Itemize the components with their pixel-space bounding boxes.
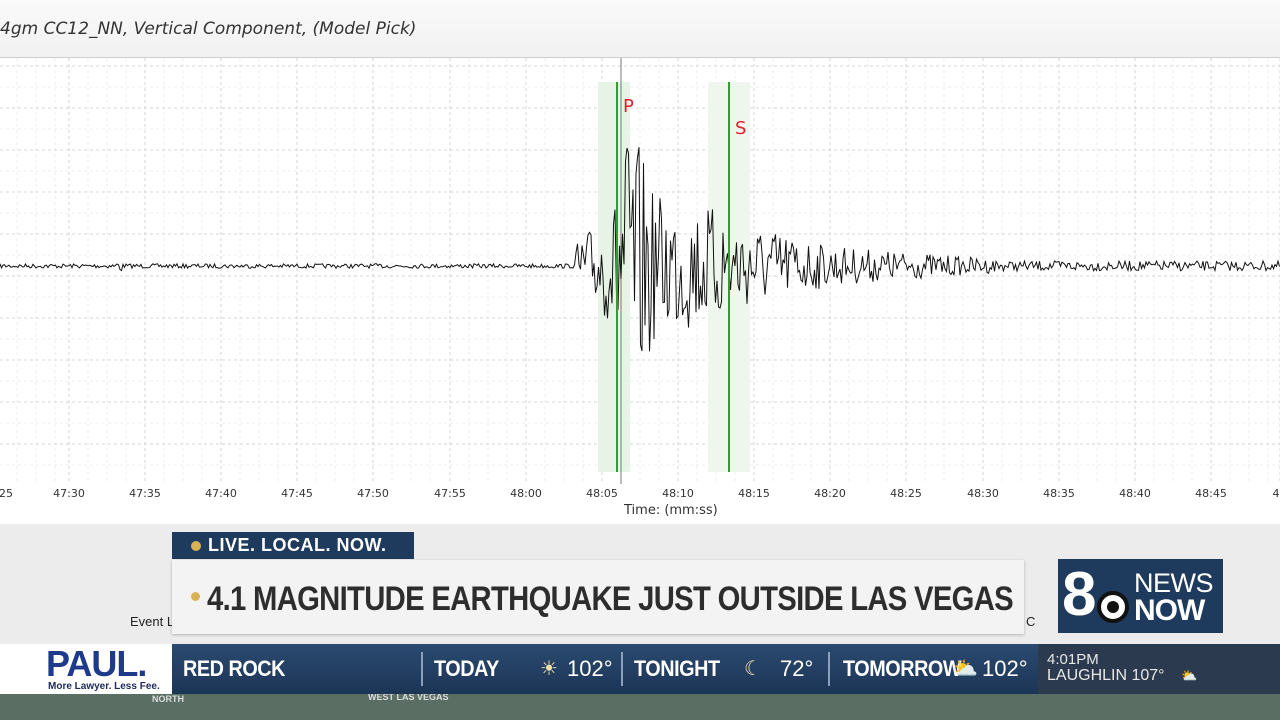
waveform-trace — [0, 147, 1280, 352]
ticker-city-temp: LAUGHLIN 107° — [1047, 667, 1165, 684]
weather-today-temp: 102° — [567, 656, 613, 681]
time-tick-label: 4 — [1272, 487, 1280, 500]
time-tick-label: 47:55 — [434, 487, 466, 500]
time-tick-label: 48:15 — [738, 487, 770, 500]
live-local-now-tag: LIVE. LOCAL. NOW. — [172, 532, 414, 559]
time-tick-label: 47:35 — [129, 487, 161, 500]
time-tick-label: 48:35 — [1043, 487, 1075, 500]
logo-number: 8 — [1062, 560, 1097, 629]
weather-tonight-temp: 72° — [780, 656, 814, 681]
seismogram-canvas: P S — [0, 58, 1280, 484]
s-pick-label: S — [735, 118, 746, 139]
map-label-north: NORTH — [152, 694, 184, 704]
partly-cloudy-icon: ⛅ — [1181, 668, 1198, 683]
headline-dot-icon — [191, 592, 200, 601]
cbs-eye-icon — [1097, 591, 1129, 623]
column-label: C — [1026, 614, 1036, 629]
time-tick-label: 48:10 — [662, 487, 694, 500]
time-tick-label: 47:50 — [357, 487, 389, 500]
waveform-path — [0, 147, 1280, 352]
time-tick-label: 48:30 — [967, 487, 999, 500]
time-tick-label: 48:05 — [586, 487, 618, 500]
time-tick-label: 47:30 — [53, 487, 85, 500]
map-label-west-las-vegas: WEST LAS VEGAS — [368, 692, 449, 702]
time-tick-label: 48:25 — [890, 487, 922, 500]
sun-icon: ☀ — [540, 658, 558, 680]
x-axis-label: Time: (mm:ss) — [624, 503, 718, 518]
time-tick-label: 48:45 — [1195, 487, 1227, 500]
seismogram-plot: P S — [0, 58, 1280, 484]
weather-divider — [828, 652, 830, 686]
weather-divider — [421, 652, 423, 686]
window-title: 4gm CC12_NN, Vertical Component, (Model … — [0, 19, 417, 39]
p-pick-label: P — [623, 96, 634, 117]
weather-tonight-label: TONIGHT — [634, 656, 720, 681]
headline-text: 4.1 MAGNITUDE EARTHQUAKE JUST OUTSIDE LA… — [207, 580, 1014, 618]
sponsor-name: PAUL. — [46, 643, 147, 684]
time-tick-label: 25 — [0, 487, 13, 500]
moon-icon: ☾ — [744, 658, 762, 680]
logo-now-text: NOW — [1134, 594, 1205, 627]
weather-today-label: TODAY — [434, 656, 499, 681]
window-title-bar: 4gm CC12_NN, Vertical Component, (Model … — [0, 0, 1280, 58]
weather-location: RED ROCK — [183, 656, 286, 681]
weather-tomorrow-label: TOMORROW — [843, 656, 962, 681]
time-tick-label: 48:20 — [814, 487, 846, 500]
map-strip — [0, 694, 1280, 720]
time-tick-label: 48:00 — [510, 487, 542, 500]
sponsor-tagline: More Lawyer. Less Fee. — [48, 681, 160, 692]
clock-time: 4:01PM — [1047, 651, 1099, 668]
partly-cloudy-icon: ⛅ — [953, 658, 978, 680]
weather-divider — [621, 652, 623, 686]
live-dot-icon — [191, 541, 201, 551]
time-tick-label: 47:40 — [205, 487, 237, 500]
weather-tomorrow-temp: 102° — [982, 656, 1028, 681]
time-tick-label: 48:40 — [1119, 487, 1151, 500]
time-tick-label: 47:45 — [281, 487, 313, 500]
event-list-label: Event L — [130, 614, 175, 629]
